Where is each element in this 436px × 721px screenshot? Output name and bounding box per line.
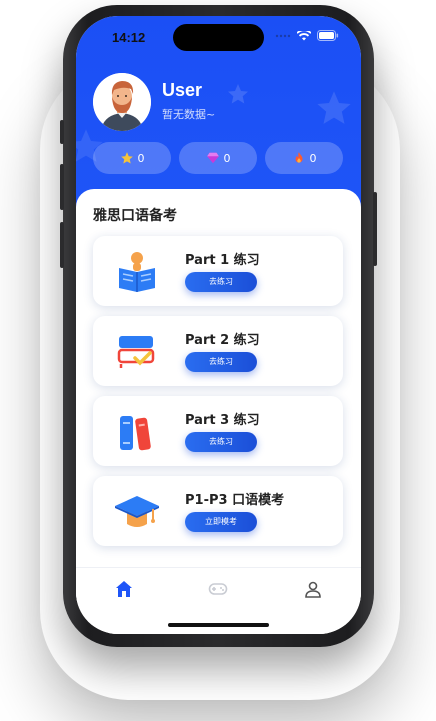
stat-stars[interactable]: 0 [93,142,171,174]
stat-flames-value: 0 [309,151,317,165]
card-title: Part 2 练习 [185,333,260,348]
card-title: Part 1 练习 [185,253,260,268]
stat-flames[interactable]: 0 [265,142,343,174]
flame-icon [295,152,302,163]
decorative-star-icon [228,84,248,104]
gem-icon [206,152,219,164]
username: User [162,80,203,100]
practice-button[interactable]: 去练习 [185,272,257,292]
stat-gems-value: 0 [223,151,231,165]
card-part2[interactable]: Part 2 练习 去练习 [93,316,343,386]
wifi-icon [297,30,311,40]
stat-stars-value: 0 [137,151,145,165]
card-part1[interactable]: Part 1 练习 去练习 [93,236,343,306]
power-button [373,192,377,266]
decorative-star-icon [317,91,351,124]
volume-up-button [60,164,64,210]
profile-header: 14:12 User 暂无数据~ 0 0 0 [76,16,361,216]
home-indicator [168,623,269,627]
signal-icon [275,34,291,37]
dynamic-island [173,24,264,51]
gamepad-icon[interactable] [208,579,228,599]
practice-button[interactable]: 去练习 [185,432,257,452]
section-title: 雅思口语备考 [93,208,177,224]
app-screen: 14:12 User 暂无数据~ 0 0 0 雅思口语备考 Part 1 练习 … [76,16,361,634]
action-button [60,120,64,144]
books-stack-icon [120,416,151,451]
star-icon [120,152,133,164]
status-time: 14:12 [112,30,146,45]
home-icon[interactable] [114,579,134,599]
practice-button[interactable]: 去练习 [185,352,257,372]
card-part3[interactable]: Part 3 练习 去练习 [93,396,343,466]
tab-bar [76,567,361,608]
volume-down-button [60,222,64,268]
battery-icon [317,30,339,41]
mock-exam-button[interactable]: 立即模考 [185,512,257,532]
user-icon[interactable] [303,579,323,599]
avatar[interactable] [93,73,151,131]
stat-gems[interactable]: 0 [179,142,257,174]
card-title: P1-P3 口语模考 [185,493,285,508]
profile-subtitle: 暂无数据~ [162,108,216,121]
card-title: Part 3 练习 [185,413,260,428]
status-icons [275,30,339,41]
graduation-cap-icon [115,496,159,527]
reading-person-icon [119,252,155,292]
avatar-illustration-icon [93,73,151,131]
books-check-icon [117,336,155,368]
card-mock-exam[interactable]: P1-P3 口语模考 立即模考 [93,476,343,546]
